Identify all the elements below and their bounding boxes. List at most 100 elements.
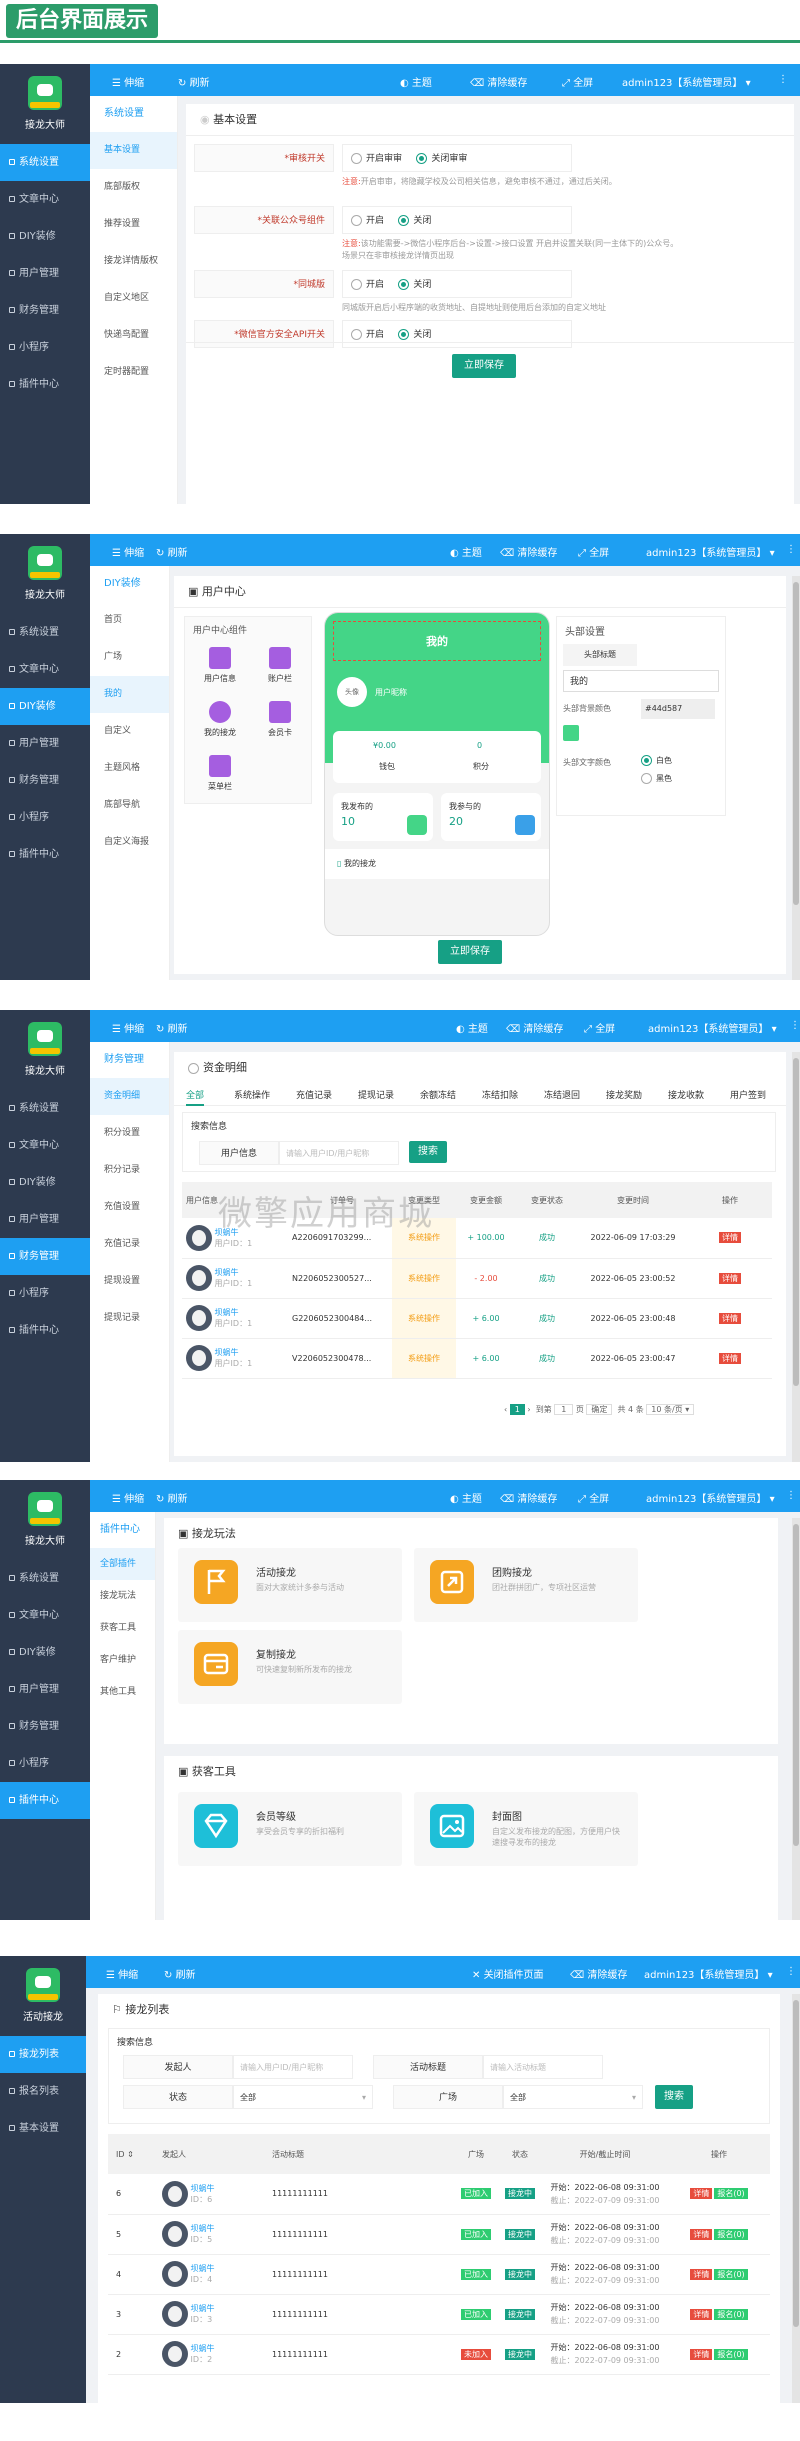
sidebar-item-plugins[interactable]: 插件中心 <box>0 366 90 403</box>
sidebar-item-miniapp[interactable]: 小程序 <box>0 799 90 836</box>
theme-button[interactable]: ◐ 主题 <box>400 74 432 89</box>
sidebar-item-finance[interactable]: 财务管理 <box>0 762 90 799</box>
sidebar-item-plugins[interactable]: 插件中心 <box>0 1782 90 1819</box>
tab[interactable]: 冻结扣除 <box>482 1088 518 1101</box>
sidebar-item-users[interactable]: 用户管理 <box>0 1671 90 1708</box>
sidebar-item-finance[interactable]: 财务管理 <box>0 1238 90 1275</box>
sidebar-item-diy[interactable]: DIY装修 <box>0 1164 90 1201</box>
fullscreen-button[interactable]: ⤢ 全屏 <box>578 544 609 559</box>
sub-item[interactable]: 充值设置 <box>90 1189 169 1226</box>
sidebar-item-users[interactable]: 用户管理 <box>0 1201 90 1238</box>
sidebar-item-miniapp[interactable]: 小程序 <box>0 1275 90 1312</box>
sub-item[interactable]: 快递鸟配置 <box>90 317 177 354</box>
more-icon[interactable]: ⋮ <box>778 74 788 85</box>
sub-item[interactable]: 获客工具 <box>90 1612 155 1644</box>
sidebar-item-system[interactable]: 系统设置 <box>0 1560 90 1597</box>
tab[interactable]: 余额冻结 <box>420 1088 456 1101</box>
collapse-button[interactable]: ☰ 伸缩 <box>112 544 144 559</box>
same-city-switch[interactable]: 开启 关闭 <box>342 270 572 298</box>
sidebar-item-jielong-list[interactable]: 接龙列表 <box>0 2036 86 2073</box>
sub-item[interactable]: 自定义地区 <box>90 280 177 317</box>
detail-button[interactable]: 详情 <box>719 1232 741 1244</box>
text-white-radio[interactable]: 白色 <box>641 755 672 766</box>
clear-cache-button[interactable]: ⌫ 清除缓存 <box>500 1490 557 1505</box>
sub-item[interactable]: 提现记录 <box>90 1300 169 1337</box>
tab[interactable]: 用户签到 <box>730 1088 766 1101</box>
user-menu[interactable]: admin123【系统管理员】 ▾ <box>646 1490 775 1505</box>
sub-item[interactable]: 积分设置 <box>90 1115 169 1152</box>
refresh-button[interactable]: ↻ 刷新 <box>156 1020 188 1035</box>
tab-header-title[interactable]: 头部标题 <box>563 644 637 666</box>
collapse-button[interactable]: ☰ 伸缩 <box>112 74 144 89</box>
tab[interactable]: 系统操作 <box>234 1088 270 1101</box>
sub-item[interactable]: 我的 <box>90 676 169 713</box>
signup-button[interactable]: 报名(0) <box>714 2228 748 2240</box>
tab[interactable]: 接龙奖励 <box>606 1088 642 1101</box>
scrollbar[interactable] <box>792 1052 800 1462</box>
user-menu[interactable]: admin123【系统管理员】 ▾ <box>646 544 775 559</box>
sidebar-item-signup-list[interactable]: 报名列表 <box>0 2073 86 2110</box>
sidebar-item-diy[interactable]: DIY装修 <box>0 1634 90 1671</box>
user-menu[interactable]: admin123【系统管理员】 ▾ <box>644 1966 773 1981</box>
sub-item[interactable]: 推荐设置 <box>90 206 177 243</box>
sub-item[interactable]: 主题风格 <box>90 750 169 787</box>
page-size-select[interactable]: 10 条/页 ▾ <box>646 1404 695 1415</box>
detail-button[interactable]: 详情 <box>719 1352 741 1364</box>
sub-item[interactable]: 积分记录 <box>90 1152 169 1189</box>
sidebar-item-plugins[interactable]: 插件中心 <box>0 836 90 873</box>
plugin-card-groupbuy[interactable]: 团购接龙 团社群拼团广，专项社区运营 <box>414 1548 638 1622</box>
clear-cache-button[interactable]: ⌫ 清除缓存 <box>500 544 557 559</box>
collapse-button[interactable]: ☰ 伸缩 <box>106 1966 138 1981</box>
wechat-api-switch[interactable]: 开启 关闭 <box>342 320 572 348</box>
clear-cache-button[interactable]: ⌫ 清除缓存 <box>570 1966 627 1981</box>
sidebar-item-article[interactable]: 文章中心 <box>0 1597 90 1634</box>
widget-account[interactable]: 账户栏 <box>251 643 309 693</box>
square-select[interactable]: 全部 ▾ <box>503 2085 643 2109</box>
sidebar-item-diy[interactable]: DIY装修 <box>0 218 90 255</box>
sub-item[interactable]: 广场 <box>90 639 169 676</box>
more-icon[interactable]: ⋮ <box>786 1490 796 1501</box>
sidebar-item-basic-settings[interactable]: 基本设置 <box>0 2110 86 2147</box>
sidebar-item-article[interactable]: 文章中心 <box>0 1127 90 1164</box>
page-confirm-button[interactable]: 确定 <box>586 1404 613 1415</box>
sub-item[interactable]: 底部导航 <box>90 787 169 824</box>
sidebar-item-miniapp[interactable]: 小程序 <box>0 1745 90 1782</box>
title-input[interactable]: 请输入活动标题 <box>483 2055 603 2079</box>
tab[interactable]: 提现记录 <box>358 1088 394 1101</box>
search-button[interactable]: 搜索 <box>655 2085 693 2109</box>
widget-member-card[interactable]: 会员卡 <box>251 697 309 747</box>
sidebar-item-plugins[interactable]: 插件中心 <box>0 1312 90 1349</box>
sub-item[interactable]: 提现设置 <box>90 1263 169 1300</box>
official-account-switch[interactable]: 开启 关闭 <box>342 206 572 234</box>
text-black-radio[interactable]: 黑色 <box>641 773 672 784</box>
signup-button[interactable]: 报名(0) <box>714 2188 748 2200</box>
my-joined-card[interactable]: 我参与的 20 <box>441 793 541 841</box>
sub-item[interactable]: 客户维护 <box>90 1644 155 1676</box>
color-swatch[interactable] <box>563 725 579 741</box>
menu-my-jielong[interactable]: ▯ 我的接龙 <box>325 849 549 879</box>
tab[interactable]: 冻结退回 <box>544 1088 580 1101</box>
sidebar-item-system[interactable]: 系统设置 <box>0 614 90 651</box>
plugin-card-copy[interactable]: 复制接龙 可快速复制新所发布的接龙 <box>178 1630 402 1704</box>
plugin-card-activity[interactable]: 活动接龙 面对大家统计多参与活动 <box>178 1548 402 1622</box>
sub-item[interactable]: 首页 <box>90 602 169 639</box>
more-icon[interactable]: ⋮ <box>790 1020 800 1031</box>
clear-cache-button[interactable]: ⌫ 清除缓存 <box>470 74 527 89</box>
save-button[interactable]: 立即保存 <box>438 940 502 964</box>
tab-all[interactable]: 全部 <box>186 1088 205 1106</box>
save-button[interactable]: 立即保存 <box>452 354 516 378</box>
sub-item[interactable]: 定时器配置 <box>90 354 177 391</box>
detail-button[interactable]: 详情 <box>690 2188 713 2200</box>
initiator-input[interactable]: 请输入用户ID/用户昵称 <box>233 2055 353 2079</box>
detail-button[interactable]: 详情 <box>690 2228 713 2240</box>
theme-button[interactable]: ◐ 主题 <box>450 1490 482 1505</box>
clear-cache-button[interactable]: ⌫ 清除缓存 <box>506 1020 563 1035</box>
plugin-card-member-level[interactable]: 会员等级 享受会员专享的折扣福利 <box>178 1792 402 1866</box>
theme-button[interactable]: ◐ 主题 <box>450 544 482 559</box>
detail-button[interactable]: 详情 <box>690 2268 713 2280</box>
sub-item[interactable]: 接龙详情版权 <box>90 243 177 280</box>
sidebar-item-miniapp[interactable]: 小程序 <box>0 329 90 366</box>
plugin-card-cover[interactable]: 封面图 自定义发布接龙的配图，方便用户快速搜寻发布的接龙 <box>414 1792 638 1866</box>
search-button[interactable]: 搜索 <box>409 1141 447 1163</box>
signup-button[interactable]: 报名(0) <box>714 2268 748 2280</box>
